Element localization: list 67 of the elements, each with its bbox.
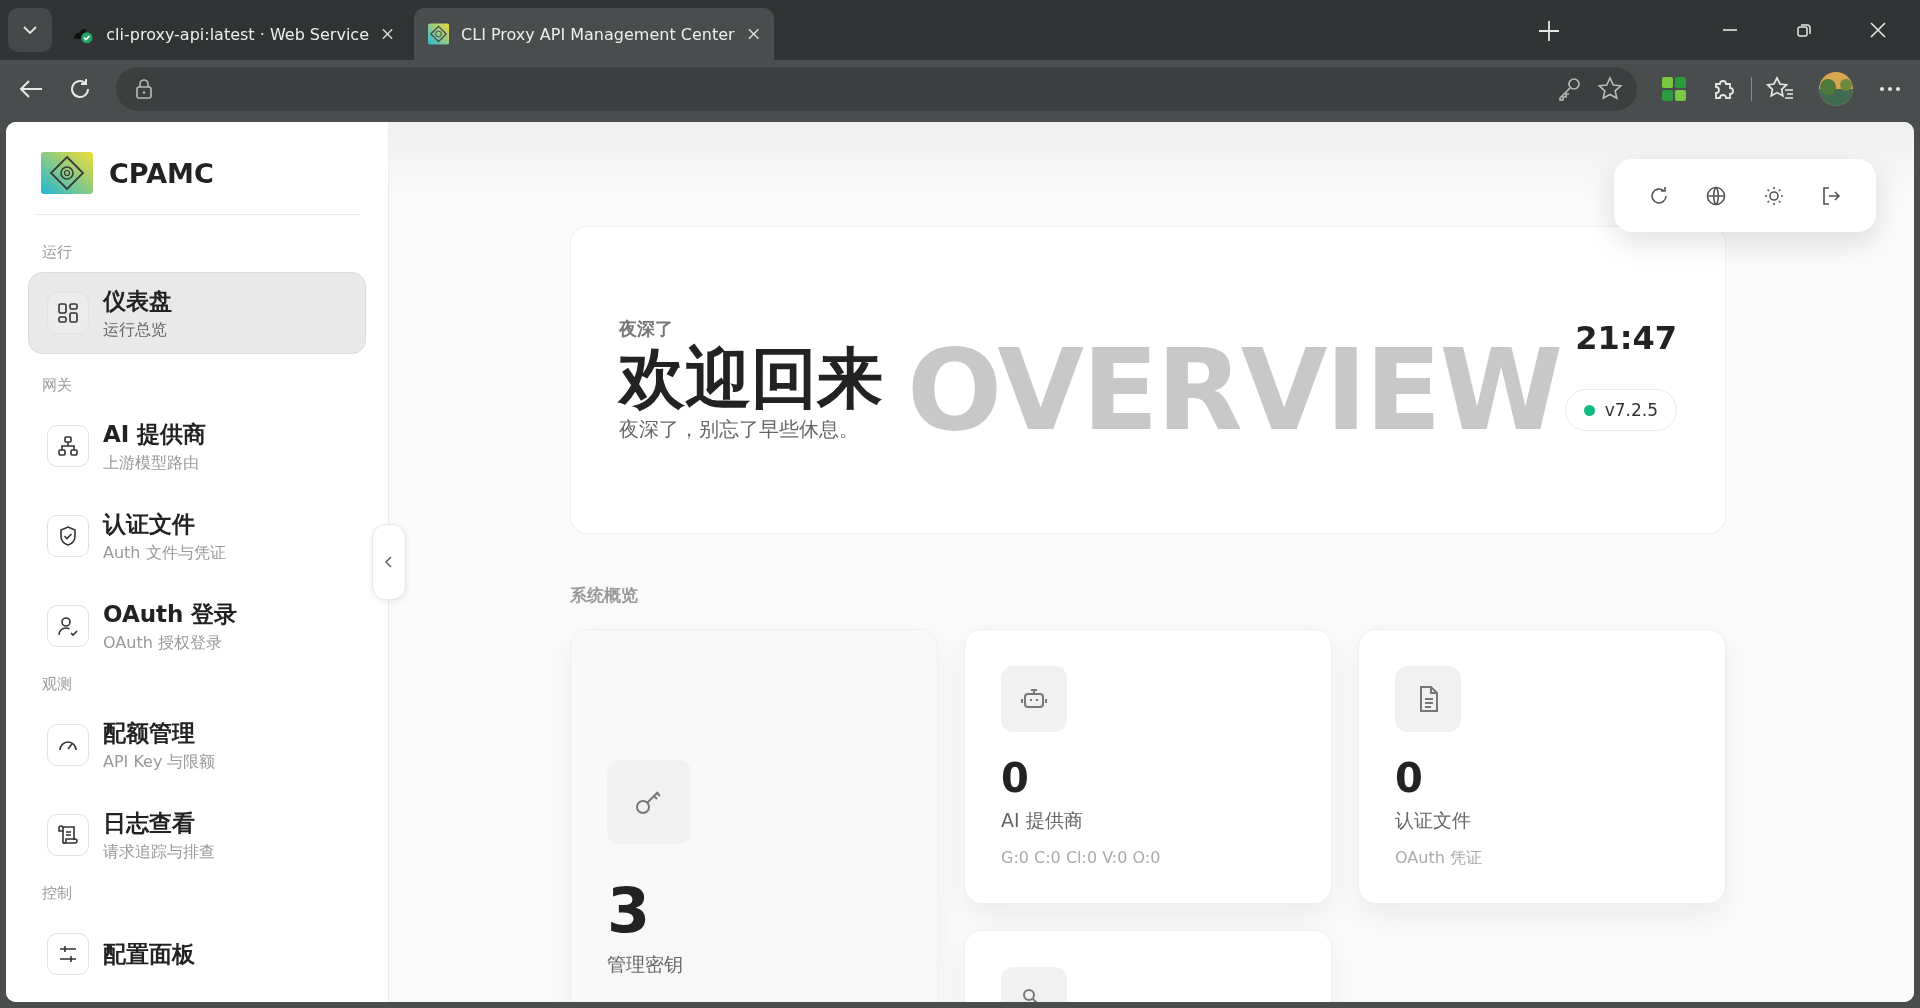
stat-detail: G:0 C:0 Cl:0 V:0 O:0 <box>1001 848 1161 867</box>
nav-item[interactable]: 认证文件 Auth 文件与凭证 <box>28 495 366 577</box>
user-check-icon <box>47 605 89 647</box>
section-label: 运行 <box>41 243 73 262</box>
welcome-title: 欢迎回来 <box>619 340 883 417</box>
reload-icon[interactable] <box>68 77 92 101</box>
favorites-icon[interactable] <box>1766 76 1794 102</box>
nav-item-subtitle: 上游模型路由 <box>103 452 200 474</box>
more-icon[interactable] <box>1878 85 1902 93</box>
section-label: 观测 <box>41 675 73 694</box>
sliders-icon <box>47 933 89 975</box>
robot-icon <box>1001 666 1067 732</box>
nav-item-subtitle: Auth 文件与凭证 <box>103 542 226 564</box>
stat-label: 管理密钥 <box>607 952 683 977</box>
browser-tab[interactable]: cli-proxy-api:latest · Web Service <box>58 8 408 60</box>
back-icon[interactable] <box>18 78 44 100</box>
nav-item-title: AI 提供商 <box>103 419 207 449</box>
app-logo-icon <box>428 23 450 45</box>
star-icon[interactable] <box>1597 76 1623 102</box>
section-label: 控制 <box>41 884 73 903</box>
brand-name: CPAMC <box>109 157 214 189</box>
hierarchy-icon <box>47 425 89 467</box>
nav-item[interactable]: 日志查看 请求追踪与排查 <box>28 794 366 876</box>
nav-item-subtitle: 请求追踪与排查 <box>103 841 215 863</box>
stat-label: AI 提供商 <box>1001 808 1083 833</box>
nav-item-title: 配额管理 <box>103 718 196 748</box>
stat-detail: OAuth 凭证 <box>1395 848 1482 869</box>
document-icon <box>1395 666 1461 732</box>
stat-value: 0 <box>1001 758 1029 798</box>
stat-value: 3 <box>607 880 651 942</box>
clock-time: 21:47 <box>1575 319 1677 357</box>
welcome-message: 夜深了，别忘了早些休息。 <box>619 416 860 444</box>
nav-item-title: 认证文件 <box>103 509 196 539</box>
nav-item[interactable]: AI 提供商 上游模型路由 <box>28 405 366 487</box>
browser-tab[interactable]: CLI Proxy API Management Center <box>414 8 774 60</box>
scroll-icon <box>47 814 89 856</box>
nav-item-title: 仪表盘 <box>103 286 172 316</box>
restore-icon[interactable] <box>1796 22 1812 38</box>
nav-item-title: OAuth 登录 <box>103 599 238 629</box>
tab-title: CLI Proxy API Management Center <box>461 24 735 44</box>
nav-item[interactable]: 配置面板 <box>28 913 366 995</box>
grid-icon <box>47 292 89 334</box>
section-heading: 系统概览 <box>570 584 639 607</box>
stat-value: 0 <box>1395 758 1423 798</box>
brand-logo-icon <box>41 152 93 194</box>
gauge-icon <box>47 724 89 766</box>
tab-title: cli-proxy-api:latest · Web Service <box>106 24 369 44</box>
chevron-left-icon <box>384 555 394 569</box>
close-icon[interactable] <box>381 27 394 41</box>
shield-check-icon <box>47 515 89 557</box>
nav-item[interactable]: OAuth 登录 OAuth 授权登录 <box>28 585 366 667</box>
nav-item-subtitle: 运行总览 <box>103 319 168 341</box>
nav-item[interactable]: 仪表盘 运行总览 <box>28 272 366 354</box>
stat-label: 认证文件 <box>1395 808 1471 833</box>
nav-item[interactable]: 配额管理 API Key 与限额 <box>28 704 366 786</box>
greeting-label: 夜深了 <box>619 316 674 341</box>
close-icon[interactable] <box>1870 22 1886 38</box>
profile-avatar-icon[interactable] <box>1818 71 1854 107</box>
extension-app-icon[interactable] <box>1661 76 1687 102</box>
section-label: 网关 <box>41 376 73 395</box>
nav-item-title: 日志查看 <box>103 808 196 838</box>
nav-item-subtitle: OAuth 授权登录 <box>103 632 223 654</box>
close-icon[interactable] <box>746 27 760 41</box>
nav-item-title: 配置面板 <box>103 939 195 969</box>
new-tab-icon[interactable] <box>1538 20 1560 42</box>
lock-icon <box>134 78 154 100</box>
nav-item-subtitle: API Key 与限额 <box>103 751 216 773</box>
